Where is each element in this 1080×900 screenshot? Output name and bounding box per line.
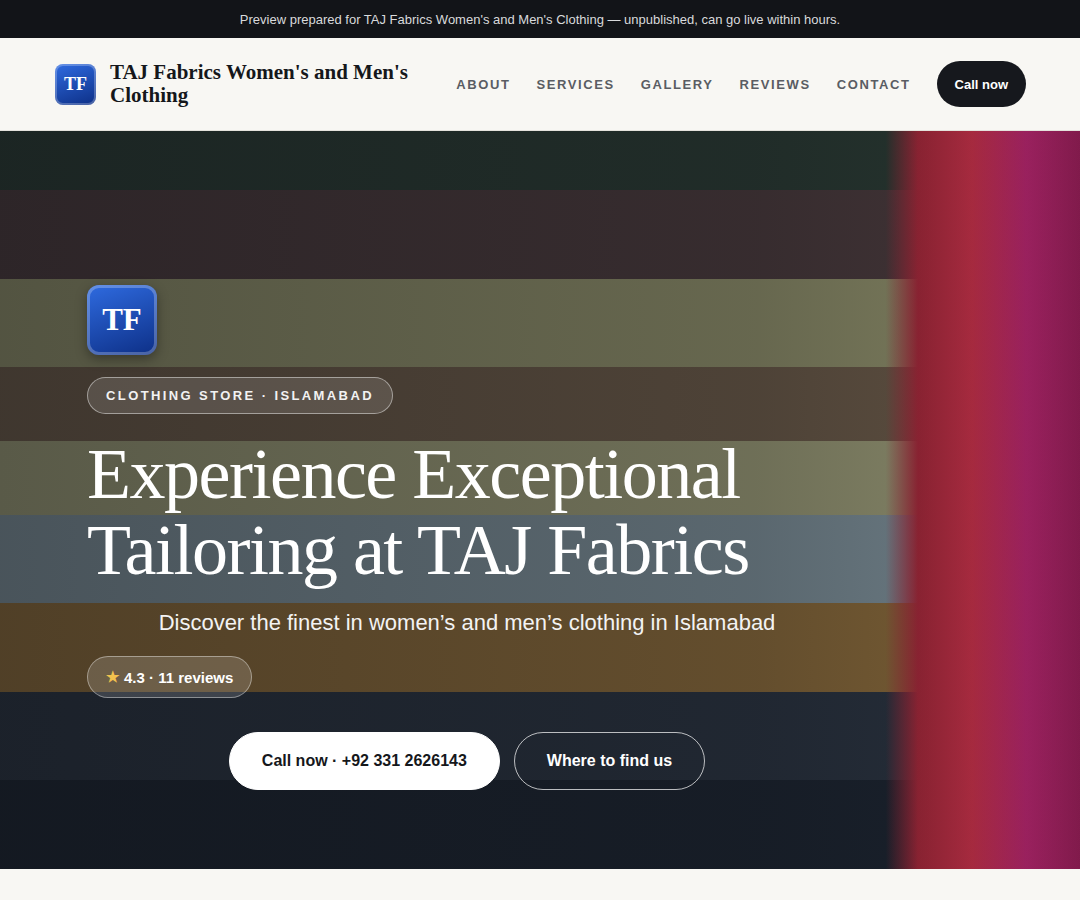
headline: Experience Exceptional Tailoring at TAJ … <box>87 436 887 588</box>
logo-icon[interactable]: TF <box>55 64 96 105</box>
nav-link[interactable]: SERVICES <box>536 77 614 92</box>
nav-link[interactable]: CONTACT <box>837 77 911 92</box>
category-badge: CLOTHING STORE · ISLAMABAD <box>87 377 393 414</box>
subtitle: Discover the finest in women’s and men’s… <box>87 610 847 636</box>
hero-logo-icon: TF <box>87 285 157 355</box>
rating-pill: ★ 4.3 · 11 reviews <box>87 656 252 698</box>
hero-actions: Call now · +92 331 2626143Where to find … <box>87 732 847 790</box>
next-section <box>0 869 1080 900</box>
rating-text: 4.3 · 11 reviews <box>124 669 233 686</box>
page: Preview prepared for TAJ Fabrics Women's… <box>0 0 1080 900</box>
hero-button[interactable]: Where to find us <box>514 732 705 790</box>
preview-banner: Preview prepared for TAJ Fabrics Women's… <box>0 0 1080 38</box>
nav-link[interactable]: ABOUT <box>456 77 510 92</box>
hero-content: TFCLOTHING STORE · ISLAMABADExperience E… <box>0 131 847 864</box>
brand[interactable]: TF TAJ Fabrics Women's and Men's Clothing <box>55 61 440 107</box>
hero-button[interactable]: Call now · +92 331 2626143 <box>229 732 500 790</box>
star-icon: ★ <box>106 668 119 686</box>
brand-title[interactable]: TAJ Fabrics Women's and Men's Clothing <box>110 61 440 107</box>
site-header: TF TAJ Fabrics Women's and Men's Clothing… <box>0 38 1080 131</box>
hero: TF CLOTHING STORE · ISLAMABAD Experience E… <box>0 131 1080 869</box>
call-button[interactable]: Call now <box>937 61 1026 107</box>
main-nav: ABOUT SERVICES GALLERY REVIEWS CONTACT Call n… <box>456 61 1026 107</box>
nav-link[interactable]: GALLERY <box>641 77 714 92</box>
nav-link[interactable]: REVIEWS <box>740 77 811 92</box>
